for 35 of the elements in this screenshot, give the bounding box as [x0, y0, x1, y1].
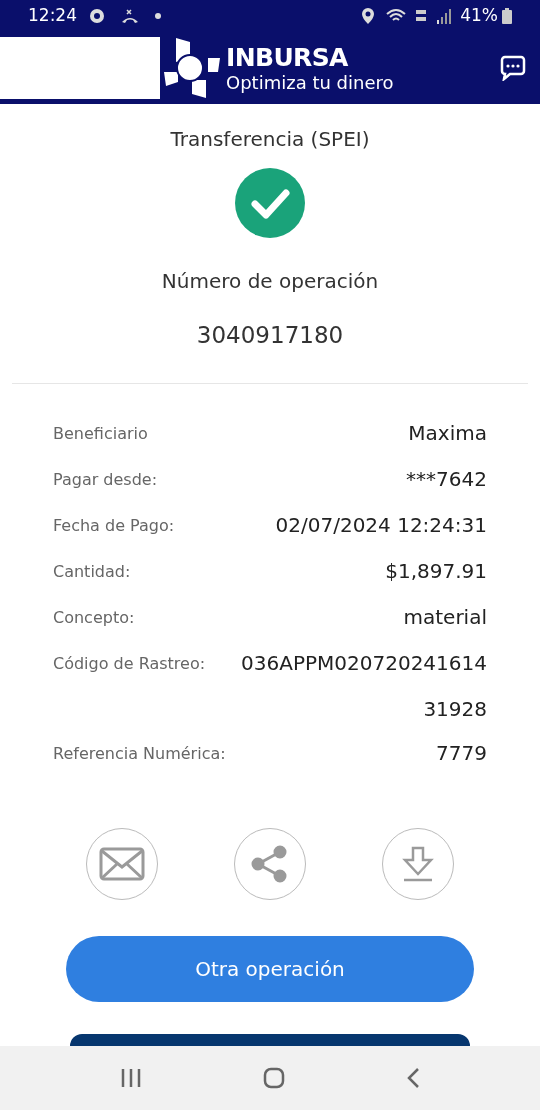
detail-value: material: [402, 603, 487, 631]
detail-label: Concepto:: [53, 606, 135, 629]
envelope-icon: [99, 846, 145, 881]
detail-label: Código de Rastreo:: [53, 652, 206, 675]
detail-label: Cantidad:: [53, 560, 131, 583]
logo-icon: [162, 36, 222, 100]
detail-value: 02/07/2024 12:24:31: [274, 511, 487, 539]
recent-apps-icon[interactable]: [120, 1068, 143, 1088]
detail-label: Beneficiario: [53, 422, 148, 445]
detail-value: $1,897.91: [384, 557, 487, 585]
other-operation-button[interactable]: Otra operación: [66, 935, 474, 1002]
detail-value: 7779: [435, 739, 487, 767]
detail-label: Fecha de Pago:: [53, 514, 175, 537]
checkmark-icon: [235, 168, 305, 238]
detail-value: 036APPM020720241614 31928: [240, 649, 487, 723]
brand-name: INBURSA: [226, 44, 349, 70]
chat-icon[interactable]: [500, 55, 526, 81]
dot-icon: [155, 13, 161, 19]
download-icon: [400, 845, 436, 882]
detail-value: Maxima: [407, 419, 487, 447]
transfer-title: Transferencia (SPEI): [170, 126, 370, 153]
battery-percent: 41%: [460, 4, 498, 28]
signal-icon: [436, 8, 453, 24]
phone-icon: [121, 8, 139, 24]
detail-value: ***7642: [405, 465, 487, 493]
battery-icon: [502, 8, 512, 24]
location-icon: [362, 8, 375, 24]
operation-number: 3040917180: [196, 321, 344, 350]
detail-label: Referencia Numérica:: [53, 742, 226, 765]
operation-label: Número de operación: [161, 268, 379, 295]
status-time: 12:24: [28, 4, 77, 28]
back-icon[interactable]: [405, 1067, 420, 1089]
brand-tagline: Optimiza tu dinero: [226, 73, 394, 92]
home-icon[interactable]: [263, 1067, 285, 1089]
detail-label: Pagar desde:: [53, 468, 158, 491]
